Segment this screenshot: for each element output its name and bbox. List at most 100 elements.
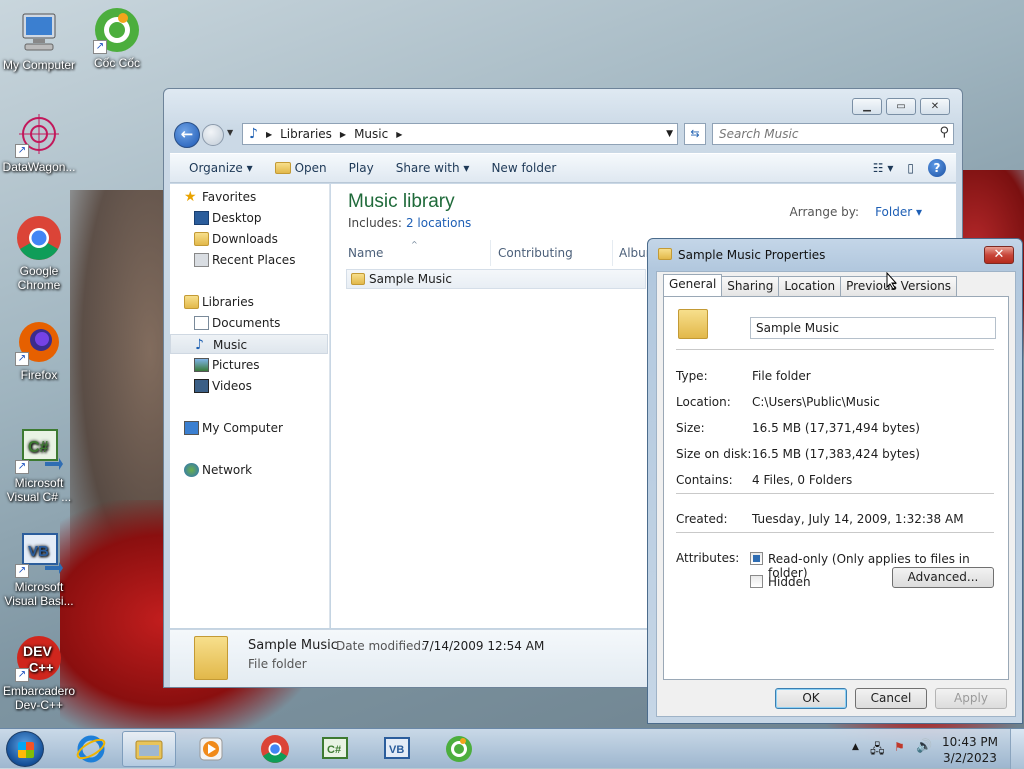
recent-pages-dropdown[interactable]: ▼	[227, 128, 233, 137]
tab-location[interactable]: Location	[778, 276, 842, 296]
nav-videos[interactable]: Videos	[170, 376, 328, 396]
tab-previous-versions[interactable]: Previous Versions	[840, 276, 958, 296]
desktop-icon-datawagon[interactable]: ↗ DataWagon...	[0, 110, 78, 174]
desktop-icon-dev-cpp[interactable]: DEV C++ ↗ Embarcadero Dev-C++	[0, 634, 78, 712]
forward-button[interactable]	[202, 124, 224, 146]
location-value: C:\Users\Public\Music	[752, 395, 880, 409]
maximize-button[interactable]: ▭	[886, 98, 916, 115]
windows-explorer-icon	[135, 740, 163, 760]
internet-explorer-icon	[76, 735, 106, 763]
nav-favorites[interactable]: ★ Favorites	[170, 187, 328, 207]
tab-general[interactable]: General	[663, 274, 723, 296]
address-dropdown-icon[interactable]: ▼	[666, 129, 673, 139]
breadcrumb-separator-icon[interactable]: ▶	[266, 130, 272, 139]
folder-icon	[351, 273, 365, 285]
breadcrumb-separator-icon[interactable]: ▶	[396, 130, 402, 139]
nav-documents[interactable]: Documents	[170, 313, 328, 333]
show-hidden-icons-icon[interactable]: ▲	[852, 742, 859, 752]
file-row[interactable]: Sample Music	[346, 269, 646, 289]
svg-text:C#: C#	[327, 744, 341, 756]
shortcut-arrow-icon: ↗	[15, 144, 29, 158]
taskbar-internet-explorer[interactable]	[64, 731, 118, 767]
taskbar-visual-basic[interactable]: VB	[370, 731, 424, 767]
arrange-by: Arrange by: Folder ▾	[789, 205, 922, 219]
dialog-title: Sample Music Properties	[678, 248, 826, 262]
apply-button[interactable]: Apply	[935, 688, 1007, 709]
taskbar-chrome[interactable]	[248, 731, 302, 767]
tab-sharing[interactable]: Sharing	[721, 276, 780, 296]
close-icon: ✕	[993, 247, 1005, 262]
desktop-icon-label: Firefox	[20, 368, 58, 382]
taskbar-visual-csharp[interactable]: C#	[308, 731, 362, 767]
search-input[interactable]: Search Music ⚲	[712, 123, 954, 145]
column-header-contributing-artists[interactable]: Contributing artists	[491, 240, 613, 286]
new-folder-button[interactable]: New folder	[491, 161, 556, 175]
search-placeholder: Search Music	[719, 127, 799, 141]
nav-my-computer[interactable]: My Computer	[170, 418, 328, 438]
nav-network[interactable]: Network	[170, 460, 328, 480]
change-view-icon[interactable]: ☷ ▾	[873, 161, 894, 175]
help-icon[interactable]: ?	[928, 159, 946, 177]
visual-csharp-icon: C#	[322, 737, 348, 759]
locations-link[interactable]: 2 locations	[406, 216, 471, 230]
dialog-close-button[interactable]: ✕	[984, 246, 1014, 264]
hidden-checkbox[interactable]	[750, 575, 763, 588]
volume-icon[interactable]: 🔊	[916, 739, 932, 754]
visual-basic-icon: VB	[384, 737, 410, 759]
share-with-button[interactable]: Share with ▾	[396, 161, 470, 175]
search-icon[interactable]: ⚲	[939, 125, 949, 140]
desktop-icon-visual-csharp[interactable]: C# ↗ Microsoft Visual C# ...	[0, 426, 78, 504]
refresh-button[interactable]: ⇆	[684, 123, 706, 145]
separator	[676, 493, 994, 494]
breadcrumb-separator-icon[interactable]: ▶	[340, 130, 346, 139]
readonly-checkbox[interactable]	[750, 552, 763, 565]
nav-desktop[interactable]: Desktop	[170, 208, 328, 228]
desktop-icon-chrome[interactable]: Google Chrome	[0, 214, 78, 292]
svg-text:VB: VB	[389, 744, 404, 756]
address-bar[interactable]: ♪ ▶ Libraries ▶ Music ▶ ▼	[242, 123, 678, 145]
downloads-folder-icon	[194, 232, 209, 246]
nav-recent-places[interactable]: Recent Places	[170, 250, 328, 270]
shortcut-arrow-icon: ↗	[93, 40, 107, 54]
arrange-by-dropdown[interactable]: Folder ▾	[867, 205, 922, 219]
advanced-button[interactable]: Advanced...	[892, 567, 994, 588]
desktop-icon-my-computer[interactable]: My Computer	[0, 8, 78, 72]
back-button[interactable]: ←	[174, 122, 200, 148]
column-header-name[interactable]: Name ^	[331, 240, 491, 266]
play-button[interactable]: Play	[349, 161, 374, 175]
close-button[interactable]: ✕	[920, 98, 950, 115]
cancel-button[interactable]: Cancel	[855, 688, 927, 709]
clock-date: 3/2/2023	[943, 751, 997, 765]
libraries-icon	[184, 295, 199, 309]
desktop-icon-coc-coc[interactable]: ↗ Cốc Cốc	[78, 6, 156, 70]
ok-button[interactable]: OK	[775, 688, 847, 709]
desktop-icon-visual-basic[interactable]: VB ↗ Microsoft Visual Basi...	[0, 530, 78, 608]
separator	[676, 349, 994, 350]
navigation-pane: ★ Favorites Desktop Downloads Recent Pla…	[170, 184, 330, 628]
network-status-icon[interactable]: 🖧	[870, 740, 885, 762]
taskbar-windows-explorer[interactable]	[122, 731, 176, 767]
shortcut-arrow-icon: ↗	[15, 668, 29, 682]
star-icon: ★	[184, 189, 197, 205]
open-button[interactable]: Open	[274, 161, 327, 175]
organize-button[interactable]: Organize ▾	[189, 161, 253, 175]
taskbar-media-player[interactable]	[184, 731, 238, 767]
desktop-icon-firefox[interactable]: ↗ Firefox	[0, 318, 78, 382]
nav-music[interactable]: ♪ Music	[170, 334, 328, 354]
nav-libraries[interactable]: Libraries	[170, 292, 328, 312]
taskbar-coc-coc[interactable]	[432, 731, 486, 767]
folder-name-input[interactable]: Sample Music	[750, 317, 996, 339]
file-name: Sample Music	[369, 272, 452, 286]
nav-downloads[interactable]: Downloads	[170, 229, 328, 249]
nav-pictures[interactable]: Pictures	[170, 355, 328, 375]
breadcrumb-libraries[interactable]: Libraries	[280, 127, 332, 141]
details-name: Sample Music	[248, 638, 338, 653]
action-center-icon[interactable]: ⚑	[894, 740, 905, 754]
start-button[interactable]	[6, 731, 44, 767]
show-desktop-button[interactable]	[1010, 729, 1024, 769]
breadcrumb-music[interactable]: Music	[354, 127, 388, 141]
size-on-disk-label: Size on disk:	[676, 447, 752, 461]
preview-pane-icon[interactable]: ▯	[907, 161, 914, 175]
minimize-button[interactable]: ▁	[852, 98, 882, 115]
clock[interactable]: 10:43 PM 3/2/2023	[942, 734, 998, 766]
